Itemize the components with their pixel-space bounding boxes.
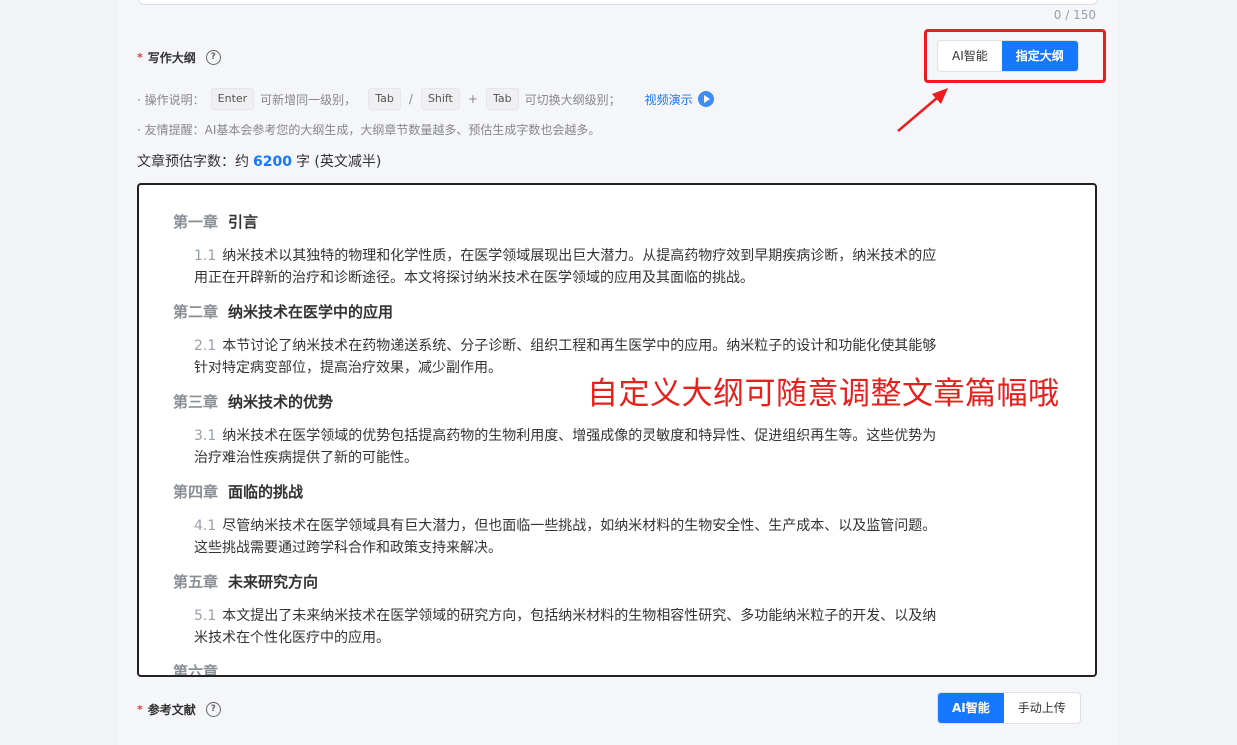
section-text[interactable]: 5.1 本文提出了未来纳米技术在医学领域的研究方向，包括纳米材料的生物相容性研究、… (173, 605, 1033, 649)
outline-list: 第一章 引言 1.1 纳米技术以其独特的物理和化学性质，在医学领域展现出巨大潜力。从… (173, 211, 1033, 675)
section-text[interactable]: 1.1 纳米技术以其独特的物理和化学性质，在医学领域展现出巨大潜力。从提高药物疗效… (173, 245, 1033, 289)
title-input[interactable] (138, 0, 1098, 5)
chapter-5[interactable]: 第五章 未来研究方向 5.1 本文提出了未来纳米技术在医学领域的研究方向，包括纳米材… (173, 571, 1033, 649)
operation-instructions: · 操作说明： Enter 可新增同一级别， Tab / Shift + Tab… (137, 88, 714, 110)
red-arrow-icon (897, 88, 948, 132)
required-star: * (137, 703, 143, 716)
required-star: * (137, 51, 143, 64)
instructions-prefix: · 操作说明： (137, 92, 205, 107)
section-text[interactable]: 3.1 纳米技术在医学领域的优势包括提高药物的生物利用度、增强成像的灵敏度和特异性… (173, 425, 1033, 469)
annotation-text: 自定义大纲可随意调整文章篇幅哦 (587, 376, 1060, 412)
estimate-prefix: 文章预估字数：约 (137, 154, 249, 170)
manual-upload-button[interactable]: 手动上传 (1004, 693, 1080, 723)
chapter-title[interactable]: 第一章 引言 (173, 211, 1033, 233)
references-mode-toggle[interactable]: AI智能 手动上传 (937, 692, 1081, 724)
play-icon (697, 91, 714, 107)
word-estimate: 文章预估字数：约 6200 字 (英文减半) (137, 151, 381, 171)
friendly-reminder: · 友情提醒：AI基本会参考您的大纲生成，大纲章节数量越多、预估生成字数也会越多… (137, 123, 601, 137)
outline-section-title: * 写作大纲 ? (137, 49, 221, 66)
outline-editor[interactable]: 第一章 引言 1.1 纳米技术以其独特的物理和化学性质，在医学领域展现出巨大潜力。从… (137, 183, 1097, 677)
key-shift: Shift (420, 88, 460, 110)
help-icon[interactable]: ? (205, 50, 221, 65)
instructions-text2: 可切换大纲级别； (524, 92, 621, 107)
highlight-box (924, 29, 1106, 83)
instructions-text1: 可新增同一级别， (260, 92, 357, 107)
chapter-4[interactable]: 第四章 面临的挑战 4.1 尽管纳米技术在医学领域具有巨大潜力，但也面临一些挑战，如… (173, 481, 1033, 559)
chapter-1[interactable]: 第一章 引言 1.1 纳米技术以其独特的物理和化学性质，在医学领域展现出巨大潜力。从… (173, 211, 1033, 289)
chapter-title[interactable]: 第四章 面临的挑战 (173, 481, 1033, 503)
char-counter: 0 / 150 (1053, 8, 1096, 22)
estimate-suffix: 字 (英文减半) (295, 154, 382, 170)
outline-title-label: 写作大纲 (147, 51, 196, 65)
plus: + (467, 92, 478, 106)
key-tab-2: Tab (485, 88, 519, 110)
chapter-title[interactable]: 第二章 纳米技术在医学中的应用 (173, 301, 1033, 323)
video-demo-label: 视频演示 (644, 92, 693, 107)
key-tab: Tab (368, 88, 401, 110)
chapter-title[interactable]: 第五章 未来研究方向 (173, 571, 1033, 593)
help-icon[interactable]: ? (205, 702, 221, 717)
section-text[interactable]: 4.1 尽管纳米技术在医学领域具有巨大潜力，但也面临一些挑战，如纳米材料的生物安全… (173, 515, 1033, 559)
slash: / (408, 92, 413, 106)
references-title-label: 参考文献 (147, 703, 196, 717)
video-demo-link[interactable]: 视频演示 (645, 91, 714, 108)
ai-references-button[interactable]: AI智能 (938, 693, 1004, 723)
references-section-title: * 参考文献 ? (137, 701, 221, 718)
key-enter: Enter (210, 88, 255, 110)
chapter-title[interactable]: 第六章 (173, 661, 1033, 675)
estimate-value: 6200 (253, 154, 292, 170)
chapter-6[interactable]: 第六章 (173, 661, 1033, 675)
